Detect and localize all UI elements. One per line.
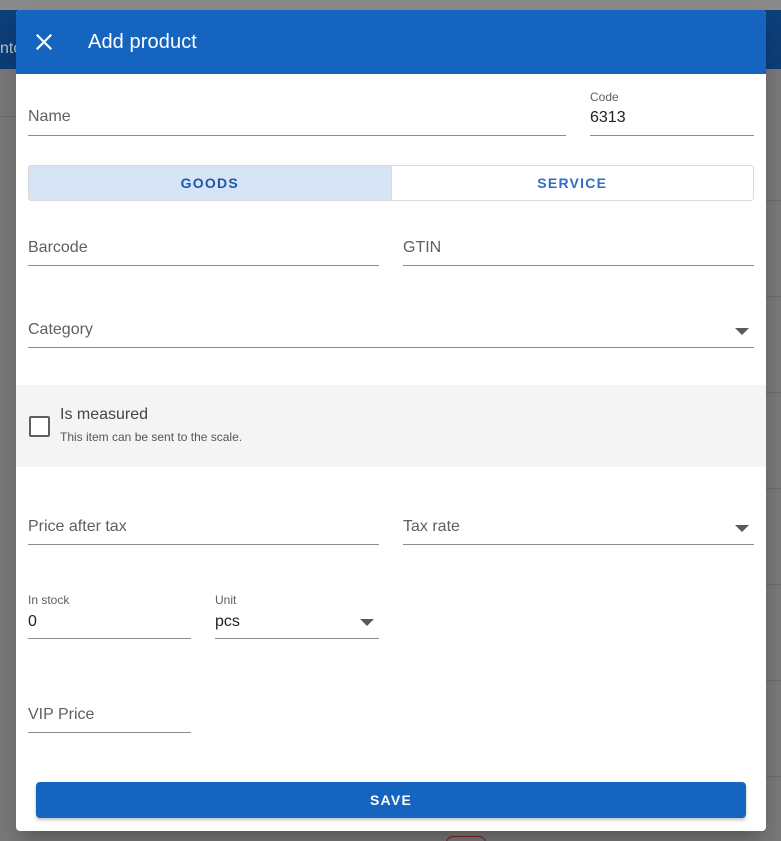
gtin-placeholder: GTIN bbox=[403, 239, 442, 256]
save-button[interactable]: SAVE bbox=[36, 782, 746, 818]
background-divider bbox=[766, 488, 781, 489]
close-button[interactable] bbox=[26, 24, 62, 60]
tax-rate-placeholder: Tax rate bbox=[403, 518, 460, 535]
vip-price-placeholder: VIP Price bbox=[28, 706, 95, 723]
in-stock-label: In stock bbox=[28, 593, 70, 607]
code-label: Code bbox=[590, 90, 619, 104]
name-placeholder: Name bbox=[28, 108, 71, 125]
background-divider bbox=[766, 680, 781, 681]
chevron-down-icon bbox=[360, 619, 374, 626]
code-value: 6313 bbox=[590, 109, 626, 126]
background-divider bbox=[0, 116, 16, 117]
background-app-title: nto bbox=[0, 40, 16, 57]
price-after-tax-placeholder: Price after tax bbox=[28, 518, 127, 535]
name-underline bbox=[28, 135, 566, 136]
measured-section: Is measured This item can be sent to the… bbox=[16, 385, 766, 467]
vip-price-field[interactable]: VIP Price bbox=[28, 697, 191, 733]
in-stock-field[interactable]: In stock 0 bbox=[28, 593, 191, 639]
chevron-down-icon bbox=[735, 525, 749, 532]
service-toggle-button[interactable]: SERVICE bbox=[392, 166, 754, 200]
unit-label: Unit bbox=[215, 593, 237, 607]
product-type-toggle: GOODS SERVICE bbox=[28, 165, 754, 201]
unit-underline bbox=[215, 638, 379, 639]
is-measured-checkbox[interactable] bbox=[29, 416, 50, 437]
chevron-down-icon bbox=[735, 328, 749, 335]
gtin-field[interactable]: GTIN bbox=[403, 230, 754, 266]
category-underline bbox=[28, 347, 754, 348]
background-divider bbox=[766, 776, 781, 777]
vip-price-underline bbox=[28, 732, 191, 733]
price-after-tax-underline bbox=[28, 544, 379, 545]
unit-value: pcs bbox=[215, 613, 240, 630]
code-underline bbox=[590, 135, 754, 136]
background-divider bbox=[766, 392, 781, 393]
is-measured-label: Is measured bbox=[60, 406, 149, 423]
background-divider bbox=[766, 200, 781, 201]
dialog-header: Add product bbox=[16, 10, 766, 74]
unit-select[interactable]: Unit pcs bbox=[215, 593, 379, 639]
code-field[interactable]: Code 6313 bbox=[590, 90, 754, 136]
background-chip bbox=[446, 836, 486, 841]
background-top-strip bbox=[0, 0, 781, 10]
add-product-dialog: Add product Name Code 6313 GOODS SERVICE… bbox=[16, 10, 766, 831]
background-divider bbox=[766, 584, 781, 585]
in-stock-underline bbox=[28, 638, 191, 639]
category-select[interactable]: Category bbox=[28, 312, 754, 348]
background-divider bbox=[766, 296, 781, 297]
name-field[interactable]: Name bbox=[28, 100, 566, 136]
in-stock-value: 0 bbox=[28, 613, 37, 630]
category-placeholder: Category bbox=[28, 321, 93, 338]
tax-rate-underline bbox=[403, 544, 754, 545]
barcode-placeholder: Barcode bbox=[28, 239, 88, 256]
goods-toggle-button[interactable]: GOODS bbox=[29, 166, 392, 200]
is-measured-hint: This item can be sent to the scale. bbox=[60, 430, 243, 444]
price-after-tax-field[interactable]: Price after tax bbox=[28, 509, 379, 545]
barcode-field[interactable]: Barcode bbox=[28, 230, 379, 266]
gtin-underline bbox=[403, 265, 754, 266]
dialog-title: Add product bbox=[88, 31, 197, 53]
barcode-underline bbox=[28, 265, 379, 266]
tax-rate-select[interactable]: Tax rate bbox=[403, 509, 754, 545]
close-icon bbox=[36, 34, 52, 50]
